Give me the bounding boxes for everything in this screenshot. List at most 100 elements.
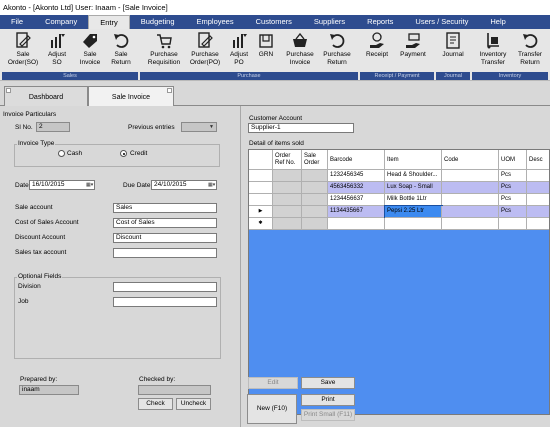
save-button[interactable]: Save	[301, 377, 355, 389]
invoice-type-group	[14, 144, 220, 167]
menu-entry[interactable]: Entry	[88, 15, 130, 29]
prepared-by-field: inaam	[19, 385, 79, 395]
sale-account-field[interactable]: Sales	[113, 203, 217, 213]
tab-close-icon[interactable]	[167, 88, 172, 93]
detail-items-label: Detail of items sold	[249, 140, 304, 147]
purchase-order-button[interactable]: Purchase Order(PO)	[188, 31, 222, 73]
sales-tax-field[interactable]	[113, 248, 217, 258]
cost-of-sales-label: Cost of Sales Account	[15, 219, 79, 226]
edit-button[interactable]: Edit	[248, 377, 298, 389]
print-small-button[interactable]: Print Small (F11)	[301, 409, 355, 421]
checked-by-label: Checked by:	[139, 376, 176, 383]
sale-order-button[interactable]: Sale Order(SO)	[6, 31, 40, 73]
credit-radio[interactable]	[120, 150, 127, 157]
current-row-arrow-icon: ▶	[249, 206, 273, 218]
basket-icon	[293, 32, 307, 47]
menu-company[interactable]: Company	[34, 15, 88, 29]
purchase-requisition-button[interactable]: Purchase Requisition	[145, 31, 183, 73]
adjust-po-button[interactable]: Adjust PO	[226, 31, 252, 73]
cash-label: Cash	[67, 150, 83, 157]
invoice-particulars-panel: Invoice Particulars Sl No. 2 Previous en…	[0, 106, 241, 427]
receipt-button[interactable]: Receipt	[363, 31, 391, 73]
document-pencil-icon	[16, 32, 31, 48]
invoice-type-label: Invoice Type	[17, 140, 56, 147]
ribbon-group-inventory: Inventory	[472, 72, 548, 80]
tab-pin-icon	[6, 88, 11, 93]
checked-by-field	[138, 385, 211, 395]
sl-no-field: 2	[36, 122, 70, 132]
hand-truck-icon	[487, 33, 499, 49]
col-item[interactable]: Item	[385, 150, 442, 170]
new-row[interactable]: ✱	[249, 218, 549, 230]
menu-customers[interactable]: Customers	[245, 15, 303, 29]
col-sale-order[interactable]: Sale Order	[302, 150, 328, 170]
new-button[interactable]: New (F10)	[247, 394, 297, 424]
sale-return-button[interactable]: Sale Return	[107, 31, 135, 73]
receipt-hand-icon	[370, 32, 384, 48]
journal-icon	[446, 32, 460, 49]
table-row[interactable]: 1234456637 Milk Bottle 1Ltr Pcs	[249, 194, 549, 206]
journal-button[interactable]: Journal	[439, 31, 467, 73]
menu-help[interactable]: Help	[479, 15, 516, 29]
menu-bar: File Company Entry Budgeting Employees C…	[0, 15, 550, 29]
calendar-dropdown-icon[interactable]: ▦▾	[208, 182, 215, 188]
menu-reports[interactable]: Reports	[356, 15, 404, 29]
uncheck-button[interactable]: Uncheck	[176, 398, 211, 410]
check-button[interactable]: Check	[138, 398, 173, 410]
purchase-return-button[interactable]: Purchase Return	[320, 31, 354, 73]
optional-fields-label: Optional Fields	[17, 273, 63, 280]
grn-button[interactable]: GRN	[254, 31, 278, 73]
calendar-dropdown-icon[interactable]: ▦▾	[86, 182, 93, 188]
tab-sale-invoice[interactable]: Sale Invoice	[88, 86, 174, 107]
sale-invoice-button[interactable]: Sale Invoice	[76, 31, 104, 73]
date-field[interactable]: 16/10/2015 ▦▾	[29, 180, 95, 190]
menu-users-security[interactable]: Users / Security	[404, 15, 479, 29]
return-arrow-icon	[114, 34, 129, 48]
menu-file[interactable]: File	[0, 15, 34, 29]
sales-tax-label: Sales tax account	[15, 249, 67, 256]
due-date-field[interactable]: 24/10/2015 ▦▾	[151, 180, 217, 190]
ribbon-group-purchase: Purchase	[140, 72, 358, 80]
discount-account-field[interactable]: Discount	[113, 233, 217, 243]
cart-icon	[157, 34, 172, 49]
adjust-so-button[interactable]: Adjust SO	[43, 31, 71, 73]
print-button[interactable]: Print	[301, 394, 355, 406]
col-code[interactable]: Code	[442, 150, 499, 170]
division-label: Division	[18, 283, 41, 290]
division-field[interactable]	[113, 282, 217, 292]
col-barcode[interactable]: Barcode	[328, 150, 385, 170]
payment-button[interactable]: Payment	[397, 31, 429, 73]
customer-account-field[interactable]: Supplier-1	[248, 123, 354, 133]
tab-dashboard[interactable]: Dashboard	[4, 86, 88, 106]
transfer-return-button[interactable]: Transfer Return	[514, 31, 546, 73]
col-desc[interactable]: Desc	[527, 150, 549, 170]
inventory-transfer-button[interactable]: Inventory Transfer	[476, 31, 510, 73]
table-row-current[interactable]: ▶ 1134435667 Pepsi 2.25 Ltr Pcs	[249, 205, 549, 219]
grid-header-row: Order Ref No. Sale Order Barcode Item Co…	[249, 150, 549, 170]
menu-budgeting[interactable]: Budgeting	[130, 15, 186, 29]
discount-account-label: Discount Account	[15, 234, 66, 241]
previous-entries-label: Previous entries	[128, 124, 175, 131]
due-date-label: Due Date	[123, 182, 151, 189]
job-field[interactable]	[113, 297, 217, 307]
cash-radio[interactable]	[58, 150, 65, 157]
menu-suppliers[interactable]: Suppliers	[303, 15, 356, 29]
return-arrow-icon	[330, 34, 345, 48]
purchase-invoice-button[interactable]: Purchase Invoice	[283, 31, 317, 73]
ribbon-group-receipt-payment: Receipt / Payment	[360, 72, 434, 80]
col-uom[interactable]: UOM	[499, 150, 527, 170]
date-label: Date	[15, 182, 29, 189]
col-order-ref[interactable]: Order Ref No.	[273, 150, 302, 170]
selected-cell[interactable]: Pepsi 2.25 Ltr	[384, 205, 443, 219]
cost-of-sales-field[interactable]: Cost of Sales	[113, 218, 217, 228]
document-pencil-icon	[198, 32, 213, 48]
payment-hand-icon	[406, 33, 420, 48]
items-grid: Order Ref No. Sale Order Barcode Item Co…	[248, 149, 550, 415]
menu-employees[interactable]: Employees	[186, 15, 245, 29]
ribbon-group-sales: Sales	[2, 72, 138, 80]
table-row[interactable]: 1232456345 Head & Shoulder... Pcs	[249, 170, 549, 182]
items-panel: Customer Account Supplier-1 Detail of it…	[242, 106, 550, 427]
previous-entries-select[interactable]: ▼	[181, 122, 217, 132]
prepared-by-label: Prepared by:	[20, 376, 58, 383]
table-row[interactable]: 4563456332 Lux Soap - Small Pcs	[249, 182, 549, 194]
